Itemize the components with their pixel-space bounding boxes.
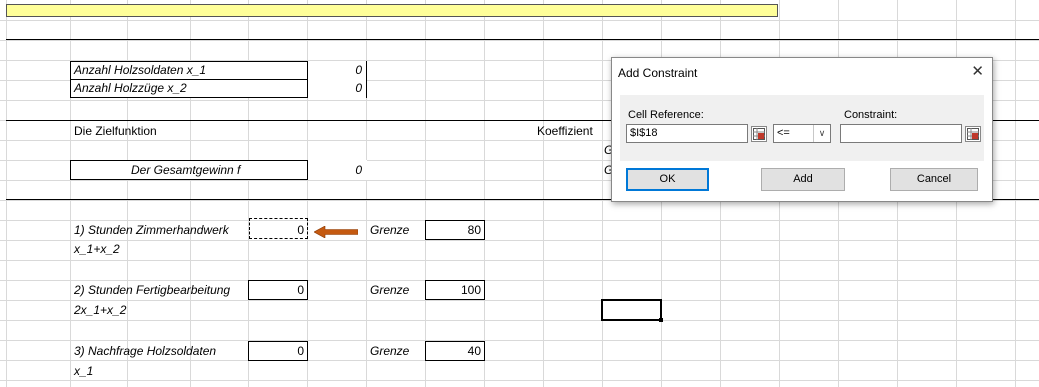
value-constraint-3[interactable]: 0 bbox=[251, 344, 304, 359]
add-constraint-dialog: Add Constraint ✕ Cell Reference: $I$18 <… bbox=[611, 57, 993, 202]
ok-button[interactable]: OK bbox=[626, 168, 709, 191]
cell-reference-label: Cell Reference: bbox=[628, 109, 704, 121]
range-selector-icon[interactable] bbox=[751, 126, 767, 142]
constraint-input-group: Cell Reference: $I$18 <= ∨ Constraint: bbox=[620, 95, 984, 161]
value-grenze-3[interactable]: 40 bbox=[428, 344, 481, 359]
label-gesamtgewinn: Der Gesamtgewinn f bbox=[131, 163, 241, 177]
value-gesamtgewinn[interactable]: 0 bbox=[310, 163, 362, 178]
constraint-input[interactable] bbox=[840, 124, 962, 143]
operator-value: <= bbox=[777, 127, 790, 139]
header-yellow-band bbox=[6, 4, 778, 17]
label-anzahl-holzzuege: Anzahl Holzzüge x_2 bbox=[74, 81, 187, 95]
value-anzahl-holzzuege[interactable]: 0 bbox=[310, 81, 362, 96]
value-grenze-2[interactable]: 100 bbox=[428, 283, 481, 298]
cell-reference-input[interactable]: $I$18 bbox=[626, 124, 748, 143]
section-divider bbox=[6, 39, 1039, 40]
label-constraint-3: 3) Nachfrage Holzsoldaten bbox=[74, 344, 217, 358]
add-button[interactable]: Add bbox=[761, 168, 845, 191]
operator-select[interactable]: <= ∨ bbox=[773, 124, 831, 143]
label-grenze-3: Grenze bbox=[370, 344, 410, 358]
label-constraint-1: 1) Stunden Zimmerhandwerk bbox=[74, 223, 229, 237]
chevron-down-icon: ∨ bbox=[813, 125, 830, 142]
label-anzahl-holzsoldaten: Anzahl Holzsoldaten x_1 bbox=[74, 63, 207, 77]
formula-constraint-3: x_1 bbox=[74, 364, 94, 378]
formula-constraint-2: 2x_1+x_2 bbox=[74, 303, 127, 317]
constraint-label: Constraint: bbox=[844, 109, 898, 121]
value-constraint-2[interactable]: 0 bbox=[251, 283, 304, 298]
dialog-title: Add Constraint bbox=[618, 66, 698, 80]
label-grenze-1: Grenze bbox=[370, 223, 410, 237]
fill-handle[interactable] bbox=[659, 318, 663, 322]
label-grenze-2: Grenze bbox=[370, 283, 410, 297]
label-koeffizient: Koeffizient bbox=[537, 124, 593, 138]
value-anzahl-holzsoldaten[interactable]: 0 bbox=[310, 63, 362, 78]
formula-constraint-1: x_1+x_2 bbox=[74, 242, 120, 256]
left-arrow-icon bbox=[314, 226, 358, 238]
dialog-titlebar[interactable]: Add Constraint ✕ bbox=[612, 58, 992, 87]
cancel-button[interactable]: Cancel bbox=[890, 168, 978, 191]
label-constraint-2: 2) Stunden Fertigbearbeitung bbox=[74, 283, 231, 297]
value-constraint-1[interactable]: 0 bbox=[252, 223, 304, 238]
active-cell-selection[interactable] bbox=[601, 299, 662, 321]
label-zielfunktion: Die Zielfunktion bbox=[74, 124, 157, 138]
range-selector-icon[interactable] bbox=[965, 126, 981, 142]
close-icon[interactable]: ✕ bbox=[971, 62, 984, 80]
value-grenze-1[interactable]: 80 bbox=[428, 223, 481, 238]
